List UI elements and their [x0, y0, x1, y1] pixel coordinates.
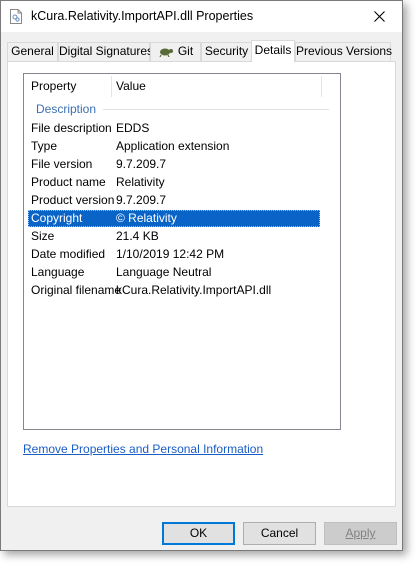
group-divider	[103, 109, 329, 110]
tab-digital-signatures[interactable]: Digital Signatures	[58, 42, 153, 61]
list-item[interactable]: Size 21.4 KB	[28, 228, 320, 245]
tab-git[interactable]: Git	[150, 42, 201, 61]
list-item[interactable]: Type Application extension	[28, 138, 320, 155]
list-item-selected[interactable]: Copyright © Relativity	[28, 210, 320, 227]
apply-button[interactable]: Apply	[324, 522, 397, 545]
list-item[interactable]: Product name Relativity	[28, 174, 320, 191]
tab-general[interactable]: General	[7, 42, 58, 61]
list-item[interactable]: Product version 9.7.209.7	[28, 192, 320, 209]
list-item[interactable]: File description EDDS	[28, 120, 320, 137]
list-item[interactable]: File version 9.7.209.7	[28, 156, 320, 173]
remove-properties-link[interactable]: Remove Properties and Personal Informati…	[23, 442, 263, 456]
window-title: kCura.Relativity.ImportAPI.dll Propertie…	[31, 9, 254, 23]
title-bar[interactable]: kCura.Relativity.ImportAPI.dll Propertie…	[1, 1, 402, 32]
column-header-property[interactable]: Property	[31, 74, 76, 99]
git-tortoise-icon	[158, 45, 174, 62]
cancel-button[interactable]: Cancel	[243, 522, 316, 545]
column-header-value[interactable]: Value	[116, 74, 146, 99]
list-header: Property Value	[24, 74, 340, 99]
details-list[interactable]: Property Value Description File descript…	[23, 73, 341, 430]
tab-details[interactable]: Details	[251, 40, 295, 62]
tab-strip: General Digital Signatures Git Security …	[7, 40, 397, 62]
list-item[interactable]: Date modified 1/10/2019 12:42 PM	[28, 246, 320, 263]
file-icon	[10, 9, 22, 24]
close-button[interactable]	[356, 1, 402, 32]
ok-button[interactable]: OK	[162, 522, 235, 545]
group-header-description: Description	[36, 102, 97, 116]
list-item[interactable]: Original filename kCura.Relativity.Import…	[28, 282, 320, 299]
column-divider[interactable]	[111, 76, 112, 97]
close-icon	[373, 11, 385, 22]
tab-security[interactable]: Security	[201, 42, 252, 61]
tab-previous-versions[interactable]: Previous Versions	[295, 42, 392, 61]
properties-dialog: kCura.Relativity.ImportAPI.dll Propertie…	[0, 0, 403, 551]
list-item[interactable]: Language Language Neutral	[28, 264, 320, 281]
column-divider[interactable]	[321, 76, 322, 97]
